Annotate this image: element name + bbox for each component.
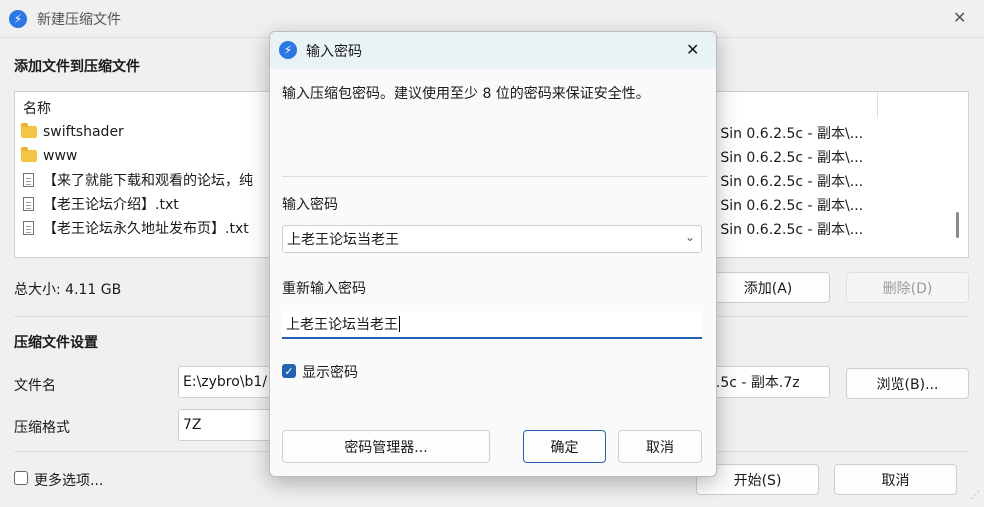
- confirm-value: 上老王论坛当老王: [286, 317, 398, 333]
- list-item[interactable]: 【老王论坛介绍】.txt: [15, 192, 179, 216]
- file-path: h Sin 0.6.2.5c - 副本\...: [707, 198, 864, 214]
- file-name: swiftshader: [43, 124, 124, 140]
- add-section-title: 添加文件到压缩文件: [14, 59, 140, 75]
- filename-value: E:\zybro\b1/: [183, 374, 268, 390]
- list-header-divider: [877, 92, 878, 118]
- password-label: 输入密码: [282, 197, 338, 213]
- total-size: 总大小: 4.11 GB: [14, 282, 122, 298]
- text-cursor: [399, 316, 400, 332]
- list-item[interactable]: swiftshader: [15, 120, 124, 144]
- add-button[interactable]: 添加(A): [706, 272, 830, 303]
- format-label: 压缩格式: [14, 420, 70, 436]
- window-close-icon[interactable]: ✕: [953, 8, 966, 27]
- chevron-down-icon[interactable]: ⌄: [685, 230, 695, 244]
- password-input[interactable]: 上老王论坛当老王 ⌄: [282, 225, 702, 253]
- resize-grip-icon[interactable]: ⋰: [970, 490, 980, 501]
- more-options-checkbox[interactable]: [14, 471, 28, 485]
- dialog-cancel-button[interactable]: 取消: [618, 430, 702, 463]
- more-options-label[interactable]: 更多选项...: [34, 470, 103, 490]
- document-icon: [23, 197, 34, 211]
- file-path: h Sin 0.6.2.5c - 副本\...: [707, 150, 864, 166]
- window-title: 新建压缩文件: [37, 12, 121, 28]
- document-icon: [23, 173, 34, 187]
- list-item[interactable]: 【老王论坛永久地址发布页】.txt: [15, 216, 249, 240]
- confirm-input[interactable]: 上老王论坛当老王: [282, 311, 702, 339]
- dialog-close-icon[interactable]: ✕: [686, 40, 699, 59]
- file-name: www: [43, 148, 78, 164]
- file-name: 【老王论坛介绍】.txt: [43, 197, 179, 213]
- show-password-checkbox[interactable]: ✓: [282, 364, 296, 378]
- file-path: h Sin 0.6.2.5c - 副本\...: [707, 222, 864, 238]
- password-value: 上老王论坛当老王: [287, 232, 399, 248]
- dialog-title: 输入密码: [306, 44, 362, 60]
- list-header-name[interactable]: 名称: [23, 98, 51, 118]
- delete-button[interactable]: 删除(D): [846, 272, 969, 303]
- file-path: h Sin 0.6.2.5c - 副本\...: [707, 174, 864, 190]
- document-icon: [23, 221, 34, 235]
- folder-icon: [21, 123, 37, 138]
- confirm-label: 重新输入密码: [282, 281, 366, 297]
- ok-button[interactable]: 确定: [523, 430, 606, 463]
- browse-button[interactable]: 浏览(B)...: [846, 368, 969, 399]
- dialog-logo-icon: ⚡: [279, 41, 297, 59]
- cancel-button[interactable]: 取消: [834, 464, 957, 495]
- format-value: 7Z: [183, 417, 202, 433]
- list-item[interactable]: 【来了就能下载和观看的论坛，纯: [15, 168, 253, 192]
- file-path: h Sin 0.6.2.5c - 副本\...: [707, 126, 864, 142]
- list-scrollbar-thumb[interactable]: [956, 212, 959, 238]
- filename-label: 文件名: [14, 378, 56, 394]
- file-name: 【来了就能下载和观看的论坛，纯: [43, 173, 253, 189]
- list-item[interactable]: www: [15, 144, 77, 168]
- settings-title: 压缩文件设置: [14, 335, 98, 351]
- filename-value-suffix: 2.5c - 副本.7z: [707, 375, 800, 391]
- dialog-divider: [282, 176, 708, 177]
- dialog-description: 输入压缩包密码。建议使用至少 8 位的密码来保证安全性。: [282, 86, 650, 102]
- show-password-label[interactable]: 显示密码: [302, 362, 358, 382]
- folder-icon: [21, 147, 37, 162]
- password-manager-button[interactable]: 密码管理器...: [282, 430, 490, 463]
- app-logo-icon: ⚡: [9, 10, 27, 28]
- file-name: 【老王论坛永久地址发布页】.txt: [43, 221, 249, 237]
- password-dialog: ⚡ 输入密码 ✕ 输入压缩包密码。建议使用至少 8 位的密码来保证安全性。 输入…: [269, 31, 717, 477]
